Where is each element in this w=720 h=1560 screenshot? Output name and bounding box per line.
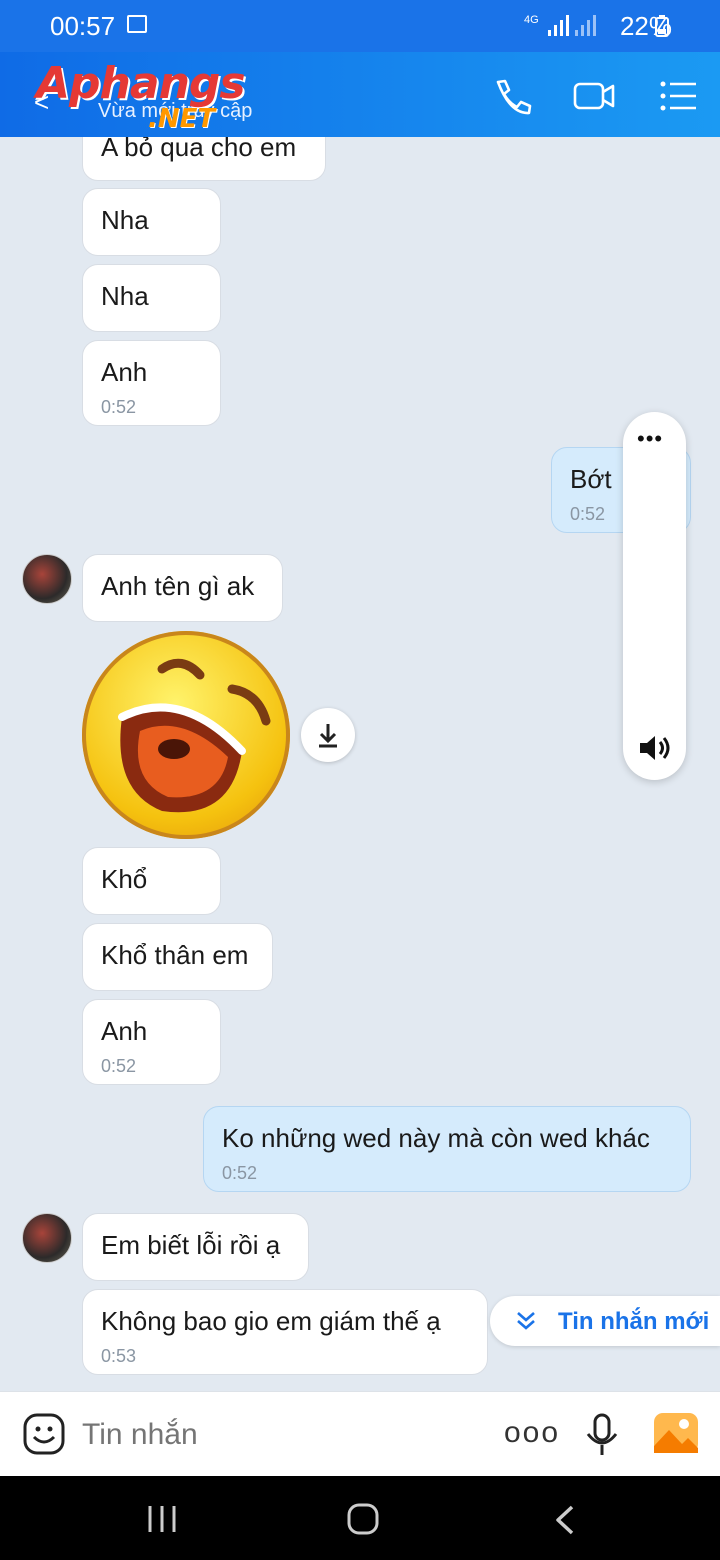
watermark-logo-sub: .NET [148,104,216,134]
new-message-button[interactable]: Tin nhắn mới [490,1296,720,1346]
message-bubble[interactable]: Nha [82,264,221,332]
laughing-sticker[interactable] [82,631,290,839]
message-bubble[interactable]: Khổ thân em [82,923,273,991]
watermark-logo: Aphangs [36,58,246,109]
message-text: Nha [101,205,149,235]
message-time: 0:52 [101,1056,137,1076]
emoji-icon[interactable] [22,1412,66,1456]
nav-back-icon[interactable] [552,1504,576,1536]
message-text: Khổ [101,864,148,894]
message-text: Khổ thân em [101,940,249,970]
message-time: 0:53 [101,1346,137,1366]
more-actions-button[interactable]: ooo [504,1416,560,1450]
video-call-icon[interactable] [572,76,616,116]
menu-list-icon[interactable] [656,76,700,116]
download-button[interactable] [301,708,355,762]
message-text: A bỏ qua cho em [101,137,297,162]
chat-header: < Vừa mới truy cập Aphangs .NET [0,52,720,137]
avatar[interactable] [22,1213,72,1263]
floating-audio-panel: ••• [623,412,686,780]
avatar[interactable] [22,554,72,604]
message-bubble[interactable]: Khổ [82,847,221,915]
message-list[interactable]: A bỏ qua cho em Nha Nha Anh 0:52 Bớt 0:5… [0,137,720,1391]
message-text: Anh [101,357,148,387]
battery-icon [655,15,669,37]
new-message-label: Tin nhắn mới [558,1308,710,1335]
message-bubble[interactable]: A bỏ qua cho em [82,137,326,181]
status-bar: 00:57 4G 22% [0,0,720,52]
message-bubble[interactable]: Anh 0:52 [82,999,221,1085]
message-text: Không bao gio em giám thế ạ [101,1306,441,1336]
message-text: Ko những wed này mà còn wed khác [222,1123,650,1153]
speaker-icon[interactable] [637,732,673,764]
signal-icon [548,15,596,36]
more-options-button[interactable]: ••• [637,426,663,452]
gallery-icon[interactable] [653,1412,699,1454]
message-text: Nha [101,281,149,311]
my-message-bubble[interactable]: Ko những wed này mà còn wed khác 0:52 [203,1106,691,1192]
message-text: Anh tên gì ak [101,571,255,601]
laughing-face-icon [118,658,271,813]
message-time: 0:52 [222,1163,258,1183]
status-time: 00:57 [50,11,116,41]
phone-icon[interactable] [490,76,534,116]
message-input[interactable] [80,1412,484,1458]
message-composer: ooo [0,1391,720,1477]
network-type: 4G [524,14,539,26]
message-bubble[interactable]: Anh tên gì ak [82,554,283,622]
message-bubble[interactable]: Anh 0:52 [82,340,221,426]
system-nav-bar [0,1476,720,1560]
message-time: 0:52 [101,397,137,417]
message-bubble[interactable]: Không bao gio em giám thế ạ 0:53 [82,1289,488,1375]
message-bubble[interactable]: Em biết lỗi rồi ạ [82,1213,309,1281]
message-bubble[interactable]: Nha [82,188,221,256]
message-text: Anh [101,1016,148,1046]
microphone-icon[interactable] [584,1412,620,1458]
download-icon [319,724,337,748]
double-chevron-down-icon [517,1312,535,1330]
image-icon [127,15,147,33]
message-text: Em biết lỗi rồi ạ [101,1230,281,1260]
nav-home-icon[interactable] [346,1502,380,1536]
nav-recents-icon[interactable] [146,1504,178,1534]
